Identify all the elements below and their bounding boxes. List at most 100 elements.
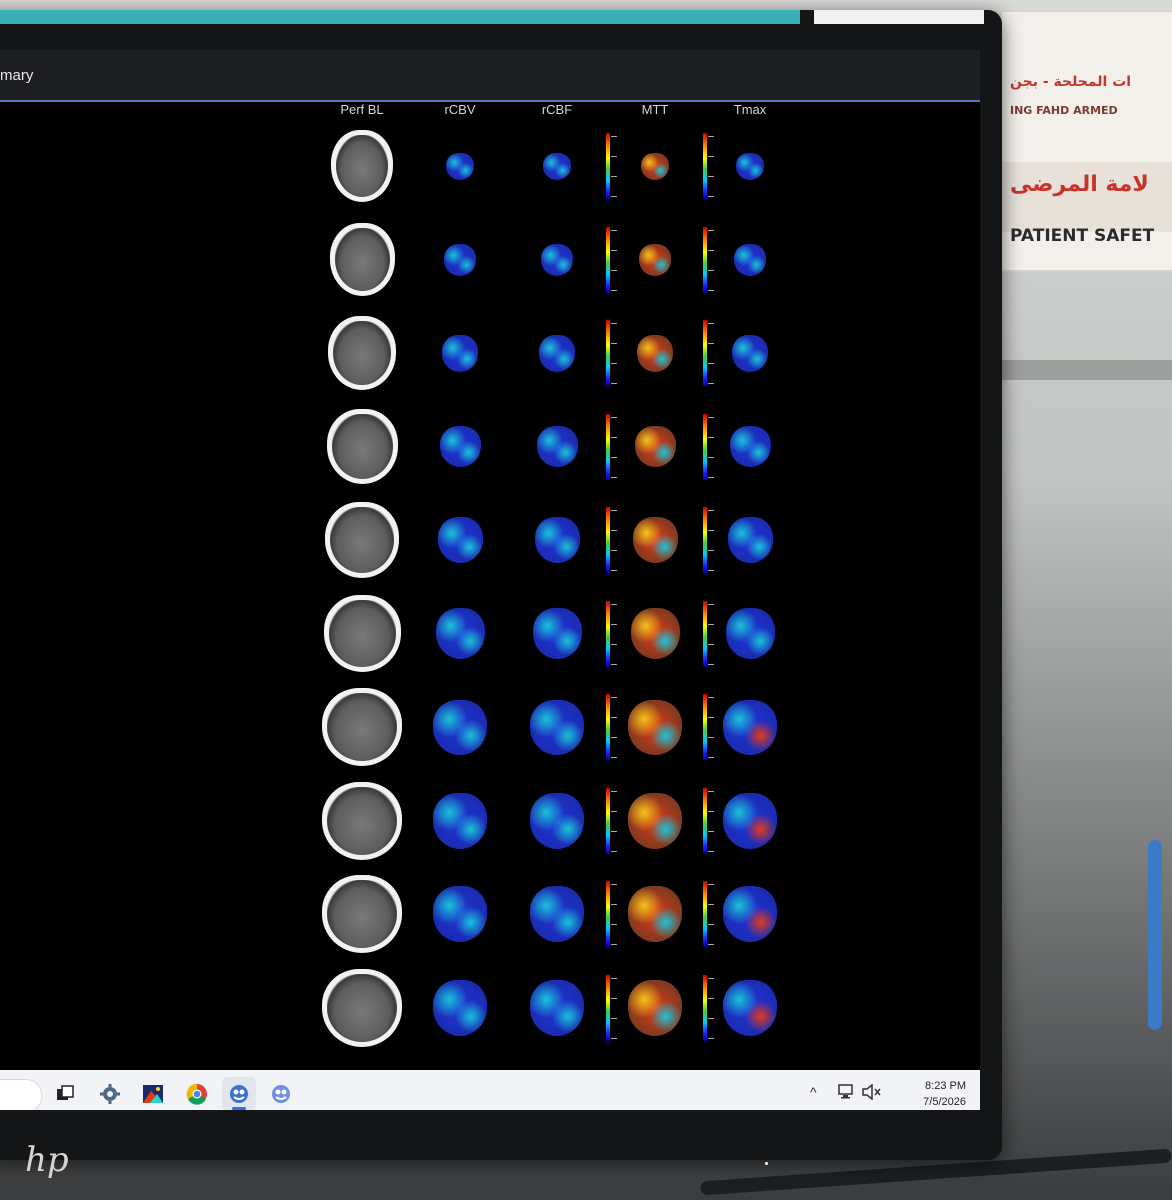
taskbar: ^ 8:23 PM 7/5/2026 [0, 1070, 980, 1110]
colorbar-tick [708, 904, 714, 905]
colorbar-tick [611, 156, 617, 157]
image-viewer-icon[interactable] [136, 1077, 170, 1110]
colorbar-tick [611, 997, 617, 999]
ct-baseline-slice [322, 968, 402, 1047]
perfusion-map-mtt [628, 699, 682, 755]
tray-chevron-icon[interactable]: ^ [810, 1084, 817, 1100]
colorbar-tick [708, 830, 714, 832]
colorbar-tick [611, 1017, 617, 1019]
colorbar-tick [611, 944, 617, 945]
colorbar-tick [708, 717, 714, 718]
task-view-icon[interactable] [48, 1077, 82, 1110]
perfusion-app-icon-2[interactable] [264, 1077, 298, 1110]
colorbar-tick [708, 456, 714, 458]
settings-gear-icon[interactable] [93, 1077, 127, 1110]
colorbar-legend [703, 694, 707, 760]
colorbar-legend [606, 600, 610, 667]
colorbar-legend [606, 787, 610, 854]
taskbar-search-box[interactable] [0, 1079, 42, 1110]
network-icon[interactable] [838, 1084, 856, 1103]
colorbar-legend [703, 787, 707, 854]
colorbar-tick [708, 136, 714, 137]
colorbar-tick [708, 176, 714, 177]
sign-arabic-line-1: ات المحلحة - بجن [1010, 74, 1132, 90]
colorbar-tick [708, 1017, 714, 1019]
column-header-rcbf: rCBF [541, 102, 573, 117]
colorbar-tick [611, 136, 617, 137]
perfusion-map-rcbv [435, 608, 485, 659]
colorbar-legend [606, 133, 610, 199]
perfusion-map-mtt [632, 517, 678, 563]
colorbar-tick [708, 944, 714, 945]
ct-baseline-slice [326, 409, 398, 484]
perfusion-map-rcbv [439, 426, 481, 467]
perfusion-map-rcbf [536, 426, 578, 467]
volume-muted-icon[interactable] [862, 1083, 882, 1103]
colorbar-tick [708, 790, 714, 792]
colorbar-tick [708, 269, 714, 271]
colorbar-tick [708, 850, 714, 852]
ct-baseline-slice [329, 223, 395, 296]
colorbar-tick [708, 623, 714, 625]
colorbar-tick [708, 757, 714, 758]
colorbar-tick [708, 229, 714, 231]
colorbar-tick [708, 737, 714, 738]
colorbar-tick [708, 416, 714, 418]
perfusion-map-tmax [734, 243, 766, 276]
perfusion-map-rcbv [442, 334, 478, 372]
perfusion-map-tmax [723, 792, 777, 849]
colorbar-tick [611, 269, 617, 271]
perfusion-map-rcbv [437, 517, 483, 563]
clock-time: 8:23 PM [925, 1080, 966, 1092]
colorbar-tick [611, 570, 617, 571]
colorbar-tick [708, 697, 714, 698]
colorbar-legend [703, 226, 707, 293]
colorbar-tick [611, 289, 617, 291]
colorbar-tick [708, 510, 714, 511]
ct-baseline-slice [322, 781, 402, 860]
column-header-perf-bl: Perf BL [340, 102, 384, 117]
chrome-icon[interactable] [180, 1077, 214, 1110]
colorbar-tick [708, 249, 714, 251]
colorbar-legend [606, 881, 610, 947]
colorbar-tick [611, 510, 617, 511]
perfusion-map-tmax [732, 334, 768, 372]
perfusion-map-mtt [639, 243, 671, 276]
colorbar-tick [708, 323, 714, 324]
ct-baseline-slice [331, 130, 393, 202]
perfusion-map-rcbv [444, 243, 476, 276]
colorbar-tick [708, 603, 714, 605]
clock-date: 7/5/2026 [923, 1096, 966, 1108]
colorbar-tick [708, 436, 714, 438]
colorbar-tick [708, 476, 714, 478]
colorbar-tick [708, 289, 714, 291]
colorbar-tick [611, 550, 617, 551]
hp-logo: hp [25, 1140, 69, 1180]
colorbar-legend [703, 320, 707, 386]
colorbar-tick [611, 830, 617, 832]
colorbar-legend [703, 413, 707, 480]
colorbar-tick [611, 924, 617, 925]
colorbar-legend [703, 881, 707, 947]
window-title: mary [0, 67, 34, 84]
colorbar-legend [606, 226, 610, 293]
second-screen-edge [0, 10, 800, 24]
perfusion-map-rcbf [530, 792, 584, 849]
taskbar-clock[interactable]: 8:23 PM 7/5/2026 [923, 1078, 966, 1110]
app-titlebar[interactable]: mary [0, 50, 980, 100]
perfusion-app-icon[interactable] [222, 1077, 256, 1110]
colorbar-tick [611, 697, 617, 698]
perfusion-map-tmax [723, 699, 777, 755]
colorbar-tick [708, 924, 714, 925]
perfusion-map-mtt [637, 334, 673, 372]
perfusion-map-rcbv [433, 699, 487, 755]
colorbar-tick [708, 977, 714, 979]
colorbar-tick [708, 1037, 714, 1039]
colorbar-tick [611, 757, 617, 758]
wall-shelf [1000, 360, 1172, 380]
ct-baseline-slice [325, 502, 399, 578]
ct-baseline-slice [328, 316, 396, 390]
blue-cable [1148, 840, 1162, 1030]
colorbar-tick [708, 997, 714, 999]
colorbar-tick [708, 343, 714, 344]
